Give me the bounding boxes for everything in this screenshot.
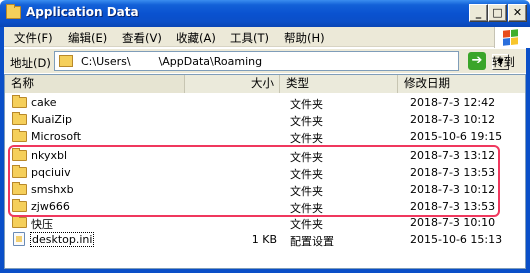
minimize-button[interactable]: _ (469, 4, 488, 22)
item-date: 2018-7-3 13:53 (410, 166, 496, 179)
close-button[interactable]: ✕ (508, 4, 527, 22)
menu-edit[interactable]: 编辑(E) (68, 30, 107, 46)
column-header-name[interactable]: 名称 (5, 75, 185, 93)
item-date: 2018-7-3 12:42 (410, 96, 496, 109)
file-list[interactable]: 名称 大小 类型 修改日期 cake 文件夹 2018-7-3 12:42 Ku… (4, 74, 526, 269)
item-name: KuaiZip (31, 113, 73, 126)
column-header-date[interactable]: 修改日期 (398, 75, 525, 93)
item-date: 2018-7-3 13:53 (410, 200, 496, 213)
list-item[interactable]: zjw666 文件夹 2018-7-3 13:53 (5, 198, 525, 215)
item-name: Microsoft (31, 130, 82, 143)
folder-icon (12, 112, 27, 125)
item-type: 文件夹 (290, 168, 323, 181)
list-item[interactable]: Microsoft 文件夹 2015-10-6 19:15 (5, 128, 525, 145)
list-item[interactable]: desktop.ini 1 KB 配置设置 2015-10-6 15:13 (5, 231, 525, 248)
ini-file-icon (13, 232, 25, 246)
address-input[interactable]: C:\Users\ \AppData\Roaming ▼ (54, 51, 509, 71)
title-bar[interactable]: Application Data _ □ ✕ (0, 0, 530, 27)
item-name: nkyxbl (31, 149, 68, 162)
item-date: 2018-7-3 10:12 (410, 113, 496, 126)
address-value: C:\Users\ \AppData\Roaming (81, 55, 263, 68)
column-headers: 名称 大小 类型 修改日期 (5, 75, 525, 93)
item-date: 2018-7-3 10:12 (410, 183, 496, 196)
item-date: 2018-7-3 13:12 (410, 149, 496, 162)
item-name: smshxb (31, 183, 74, 196)
item-type: 文件夹 (290, 185, 323, 198)
folder-icon (12, 182, 27, 195)
list-item[interactable]: cake 文件夹 2018-7-3 12:42 (5, 94, 525, 111)
folder-icon (59, 55, 73, 67)
windows-logo-icon (494, 27, 526, 49)
go-arrow-icon: ➔ (468, 52, 486, 70)
item-date: 2015-10-6 15:13 (410, 233, 503, 246)
address-label: 地址(D) (10, 56, 51, 70)
item-name: zjw666 (31, 200, 70, 213)
list-item[interactable]: nkyxbl 文件夹 2018-7-3 13:12 (5, 147, 525, 164)
item-name: 快压 (31, 218, 53, 231)
item-name: pqciuiv (31, 166, 71, 179)
window-border-right (526, 48, 530, 273)
item-type: 文件夹 (290, 132, 323, 145)
item-type: 文件夹 (290, 98, 323, 111)
item-type: 文件夹 (290, 218, 323, 231)
list-item[interactable]: 快压 文件夹 2018-7-3 10:10 (5, 214, 525, 231)
item-type: 配置设置 (290, 235, 334, 248)
window-border-bottom (0, 269, 530, 273)
folder-icon (12, 215, 27, 228)
item-name: cake (31, 96, 57, 109)
go-label: 转到 (492, 55, 515, 69)
menu-help[interactable]: 帮助(H) (284, 30, 325, 46)
menu-favorites[interactable]: 收藏(A) (176, 30, 216, 46)
item-date: 2015-10-6 19:15 (410, 130, 503, 143)
column-header-type[interactable]: 类型 (280, 75, 398, 93)
window-title: Application Data (26, 5, 139, 19)
folder-icon (6, 4, 21, 19)
column-header-size[interactable]: 大小 (185, 75, 280, 93)
folder-icon (12, 148, 27, 161)
item-type: 文件夹 (290, 151, 323, 164)
list-item[interactable]: smshxb 文件夹 2018-7-3 10:12 (5, 181, 525, 198)
list-item[interactable]: pqciuiv 文件夹 2018-7-3 13:53 (5, 164, 525, 181)
list-item[interactable]: KuaiZip 文件夹 2018-7-3 10:12 (5, 111, 525, 128)
address-bar: 地址(D) C:\Users\ \AppData\Roaming ▼ ➔ 转到 (4, 48, 526, 73)
folder-icon (12, 199, 27, 212)
menu-tools[interactable]: 工具(T) (230, 30, 269, 46)
item-size: 1 KB (251, 233, 277, 246)
maximize-button[interactable]: □ (488, 4, 507, 22)
item-name: desktop.ini (29, 232, 95, 247)
go-button[interactable]: ➔ 转到 (466, 51, 522, 71)
folder-icon (12, 165, 27, 178)
menu-file[interactable]: 文件(F) (14, 30, 53, 46)
folder-icon (12, 129, 27, 142)
menu-bar: 文件(F) 编辑(E) 查看(V) 收藏(A) 工具(T) 帮助(H) (4, 27, 526, 47)
folder-icon (12, 95, 27, 108)
item-date: 2018-7-3 10:10 (410, 216, 496, 229)
item-type: 文件夹 (290, 115, 323, 128)
menu-view[interactable]: 查看(V) (122, 30, 162, 46)
